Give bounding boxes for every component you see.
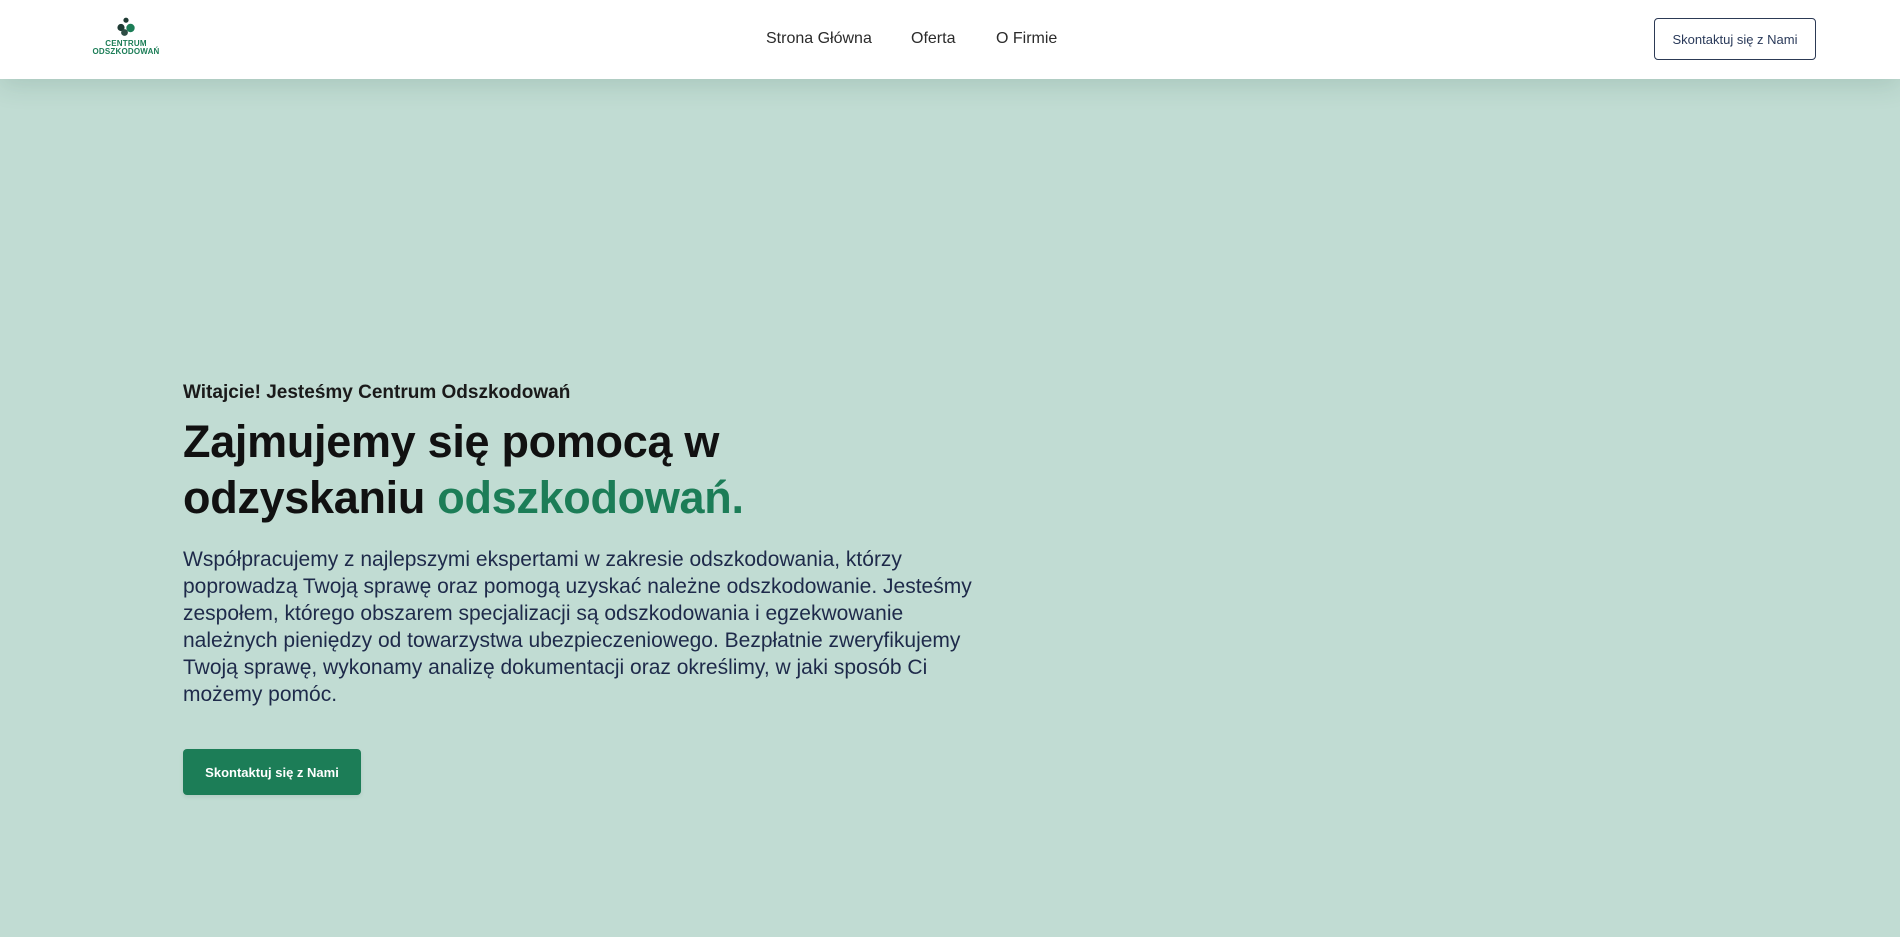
top-navbar: CENTRUM ODSZKODOWAŃ Strona Główna Oferta…: [0, 0, 1900, 79]
hero-description: Współpracujemy z najlepszymi ekspertami …: [183, 548, 972, 706]
nav-contact-button[interactable]: Skontaktuj się z Nami: [1654, 18, 1816, 60]
nav-link-o-firmie[interactable]: O Firmie: [996, 28, 1057, 50]
nav-link-strona-glowna[interactable]: Strona Główna: [766, 28, 872, 50]
nav-link-oferta[interactable]: Oferta: [911, 28, 955, 50]
hero-headline: Zajmujemy się pomocą w odzyskaniu odszko…: [183, 414, 943, 526]
hero-contact-button[interactable]: Skontaktuj się z Nami: [183, 749, 361, 795]
three-people-icon: [117, 17, 135, 36]
hero-eyebrow: Witajcie! Jesteśmy Centrum Odszkodowań: [183, 382, 571, 403]
headline-accent: odszkodowań.: [437, 472, 744, 523]
logo-wordmark: CENTRUM ODSZKODOWAŃ: [92, 40, 159, 56]
hero-section: Witajcie! Jesteśmy Centrum Odszkodowań Z…: [0, 79, 1900, 937]
brand-logo[interactable]: CENTRUM ODSZKODOWAŃ: [88, 17, 164, 63]
logo-line-2: ODSZKODOWAŃ: [92, 47, 160, 56]
